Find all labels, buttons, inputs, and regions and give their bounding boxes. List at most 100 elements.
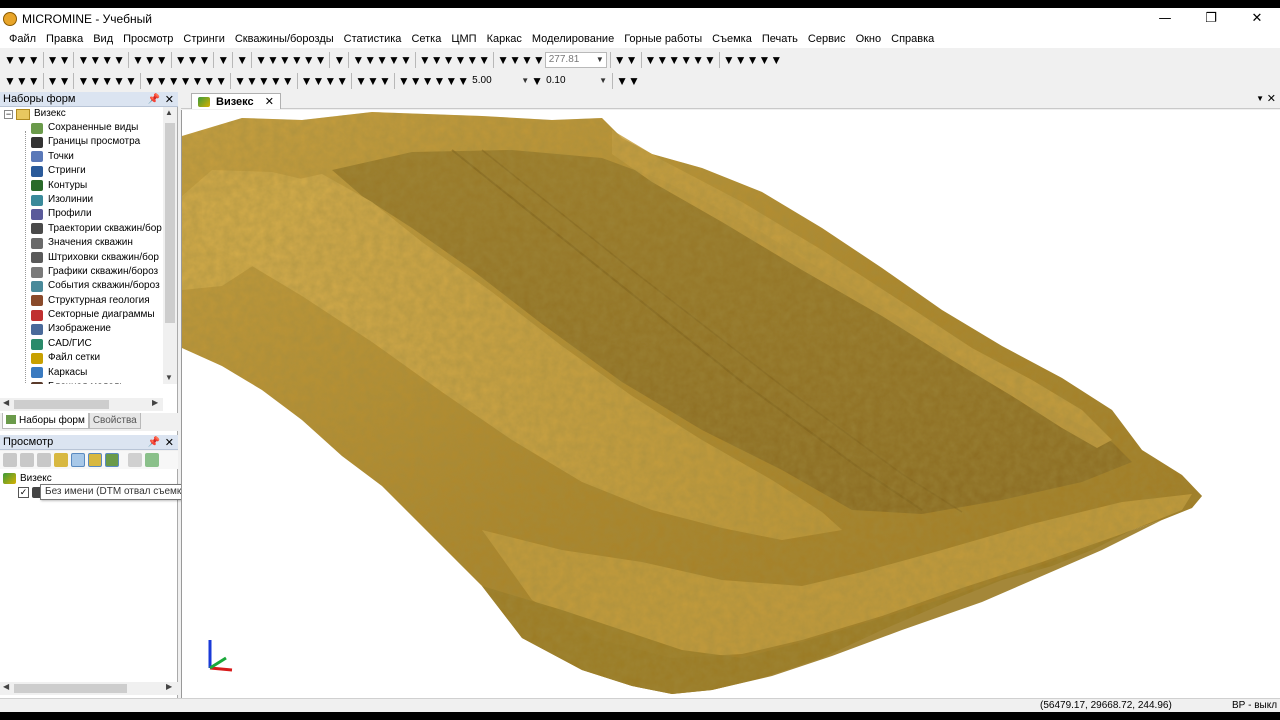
undefined[interactable]: ▼: [28, 74, 40, 88]
form-type-item[interactable]: Значения скважин: [0, 236, 164, 250]
undefined[interactable]: ▼: [303, 53, 315, 67]
undefined[interactable]: ▼: [445, 74, 457, 88]
undefined[interactable]: ▼: [398, 74, 410, 88]
undefined[interactable]: ▼: [533, 53, 545, 67]
form-type-item[interactable]: Изолинии: [0, 193, 164, 207]
menu-grid[interactable]: Сетка: [406, 30, 446, 48]
undefined[interactable]: ▼: [616, 74, 628, 88]
undefined[interactable]: ▼: [443, 53, 455, 67]
undefined[interactable]: ▼: [680, 53, 692, 67]
undefined[interactable]: ▼: [282, 74, 294, 88]
menu-modelling[interactable]: Моделирование: [527, 30, 619, 48]
menu-print[interactable]: Печать: [757, 30, 803, 48]
undefined[interactable]: ▼: [59, 74, 71, 88]
undefined[interactable]: ▼: [400, 53, 412, 67]
zoom-combo[interactable]: 277.81 ▼: [544, 51, 607, 68]
menu-edit[interactable]: Правка: [41, 30, 88, 48]
undefined[interactable]: ▼: [434, 74, 446, 88]
undefined[interactable]: ▼: [77, 74, 89, 88]
undefined[interactable]: ▼: [352, 53, 364, 67]
form-type-item[interactable]: Секторные диаграммы: [0, 308, 164, 322]
form-type-item[interactable]: Сохраненные виды: [0, 121, 164, 135]
undefined[interactable]: ▼: [336, 74, 348, 88]
layer-visibility-checkbox[interactable]: ✓: [18, 486, 29, 498]
undefined[interactable]: ▼: [656, 53, 668, 67]
undefined[interactable]: ▼: [267, 53, 279, 67]
form-type-item[interactable]: CAD/ГИС: [0, 337, 164, 351]
undefined[interactable]: ▼: [770, 53, 782, 67]
undefined[interactable]: ▼: [217, 53, 229, 67]
undefined[interactable]: ▼: [16, 74, 28, 88]
undefined[interactable]: ▼: [668, 53, 680, 67]
undefined[interactable]: ▼: [270, 74, 282, 88]
close-document-icon[interactable]: ✕: [1267, 92, 1276, 105]
form-type-item[interactable]: Стринги: [0, 164, 164, 178]
undefined[interactable]: ▼: [301, 74, 313, 88]
form-type-item[interactable]: Изображение: [0, 322, 164, 336]
undefined[interactable]: ▼: [144, 74, 156, 88]
precision-field[interactable]: 0.10 ▼: [543, 73, 609, 89]
form-type-item[interactable]: Штриховки скважин/бор: [0, 251, 164, 265]
pin-icon[interactable]: 📌: [148, 435, 160, 450]
undefined[interactable]: ▼: [47, 53, 59, 67]
refresh-icon[interactable]: [145, 453, 159, 467]
undefined[interactable]: ▼: [113, 74, 125, 88]
menu-window[interactable]: Окно: [851, 30, 887, 48]
undefined[interactable]: ▼: [234, 74, 246, 88]
restore-button[interactable]: ❐: [1188, 8, 1234, 30]
layer-down-icon[interactable]: [20, 453, 34, 467]
form-type-item[interactable]: Структурная геология: [0, 294, 164, 308]
undefined[interactable]: ▼: [4, 74, 16, 88]
form-type-item[interactable]: Границы просмотра: [0, 135, 164, 149]
undefined[interactable]: ▼: [4, 53, 16, 67]
undefined[interactable]: ▼: [215, 74, 227, 88]
undefined[interactable]: ▼: [101, 53, 113, 67]
menu-statistics[interactable]: Статистика: [339, 30, 407, 48]
undefined[interactable]: ▼: [255, 53, 267, 67]
undefined[interactable]: ▼: [156, 74, 168, 88]
undefined[interactable]: ▼: [132, 53, 144, 67]
forms-vertical-scrollbar[interactable]: ▲ ▼: [163, 107, 177, 384]
scroll-thumb[interactable]: [14, 400, 109, 409]
undefined[interactable]: ▼: [364, 53, 376, 67]
undefined[interactable]: ▼: [258, 74, 270, 88]
undefined[interactable]: ▼: [455, 53, 467, 67]
link-icon[interactable]: [128, 453, 142, 467]
undefined[interactable]: ▼: [101, 74, 113, 88]
undefined[interactable]: ▼: [89, 53, 101, 67]
menu-file[interactable]: Файл: [4, 30, 41, 48]
undefined[interactable]: ▼: [246, 74, 258, 88]
select-layer-icon[interactable]: [71, 453, 85, 467]
undefined[interactable]: ▼: [497, 53, 509, 67]
forms-horizontal-scrollbar[interactable]: ◀ ▶: [0, 398, 163, 411]
form-type-item[interactable]: Блочная модель: [0, 380, 164, 384]
undefined[interactable]: ▼: [191, 74, 203, 88]
undefined[interactable]: ▼: [478, 53, 490, 67]
menu-help[interactable]: Справка: [886, 30, 939, 48]
undefined[interactable]: ▼: [28, 53, 40, 67]
scroll-thumb[interactable]: [14, 684, 127, 693]
undefined[interactable]: ▼: [187, 53, 199, 67]
undefined[interactable]: ▼: [16, 53, 28, 67]
undefined[interactable]: ▼: [645, 53, 657, 67]
scroll-thumb[interactable]: [165, 123, 175, 323]
undefined[interactable]: ▼: [457, 74, 469, 88]
tab-vizex[interactable]: Визекс ✕: [191, 93, 281, 109]
view-panel-close-icon[interactable]: ✕: [165, 435, 174, 450]
form-type-item[interactable]: Каркасы: [0, 366, 164, 380]
undefined[interactable]: ▼: [333, 53, 345, 67]
undefined[interactable]: ▼: [168, 74, 180, 88]
step-field[interactable]: 5.00 ▼: [469, 73, 531, 89]
undefined[interactable]: ▼: [704, 53, 716, 67]
undefined[interactable]: ▼: [521, 53, 533, 67]
undefined[interactable]: ▼: [236, 53, 248, 67]
undefined[interactable]: ▼: [279, 53, 291, 67]
tab-list-dropdown-icon[interactable]: ▼: [1256, 94, 1264, 103]
form-type-item[interactable]: Траектории скважин/бор: [0, 222, 164, 236]
undefined[interactable]: ▼: [113, 53, 125, 67]
properties-icon[interactable]: [88, 453, 102, 467]
undefined[interactable]: ▼: [198, 53, 210, 67]
tab-close-icon[interactable]: ✕: [265, 95, 274, 108]
undefined[interactable]: ▼: [735, 53, 747, 67]
undefined[interactable]: ▼: [614, 53, 626, 67]
